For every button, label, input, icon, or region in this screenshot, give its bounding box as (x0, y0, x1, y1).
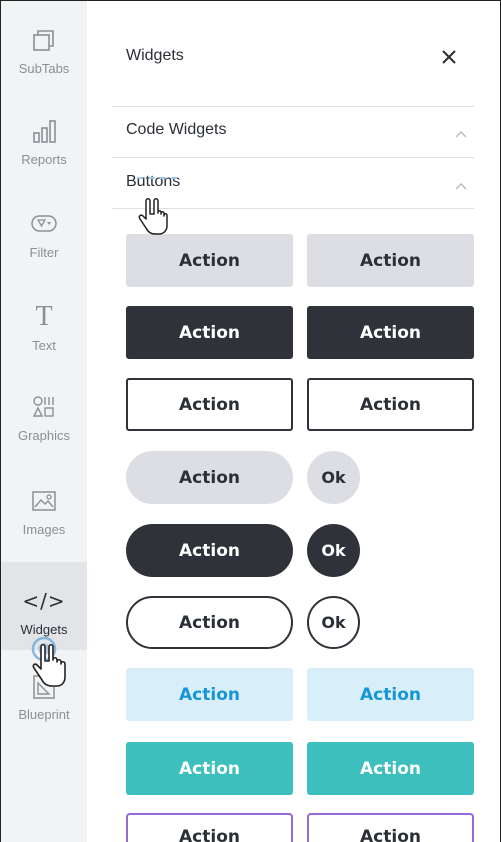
sidebar-item-filter[interactable]: Filter (1, 185, 87, 273)
section-code-widgets[interactable]: Code Widgets (126, 121, 227, 139)
filter-icon (30, 209, 58, 239)
chevron-up-icon[interactable] (454, 179, 468, 193)
action-button-outline[interactable]: Action (126, 378, 293, 431)
sidebar-item-graphics[interactable]: Graphics (1, 368, 87, 456)
action-button-pill-dark[interactable]: Action (126, 524, 293, 577)
action-button-light-blue[interactable]: Action (126, 668, 293, 721)
sidebar-item-label: Text (32, 338, 56, 353)
images-icon (31, 486, 57, 516)
close-icon (442, 50, 456, 64)
sidebar-item-label: Blueprint (18, 707, 70, 722)
section-buttons[interactable]: Buttons (126, 173, 180, 191)
sidebar-item-label: Reports (21, 152, 67, 167)
action-button-purple-outline[interactable]: Action (126, 813, 293, 842)
sidebar-item-label: SubTabs (18, 61, 70, 76)
sidebar-item-text[interactable]: T Text (1, 278, 87, 366)
action-button-dark[interactable]: Action (307, 306, 474, 359)
sidebar-item-label: Filter (29, 245, 59, 260)
pointer-cursor-icon (29, 636, 69, 696)
sidebar-item-reports[interactable]: Reports (1, 92, 87, 180)
action-button-dark[interactable]: Action (126, 306, 293, 359)
reports-icon (31, 116, 57, 146)
sidebar-item-label: Graphics (17, 428, 71, 443)
divider (112, 157, 474, 158)
graphics-icon (32, 392, 56, 422)
hand-cursor-icon (137, 197, 171, 244)
sidebar-item-label: Widgets (20, 622, 68, 637)
drag-indicator (137, 177, 177, 179)
sidebar: SubTabs Reports Filter T Text Graphics I… (1, 1, 87, 842)
action-button-teal[interactable]: Action (126, 742, 293, 795)
sidebar-item-subtabs[interactable]: SubTabs (1, 1, 87, 89)
action-button-light-blue[interactable]: Action (307, 668, 474, 721)
sidebar-item-label: Images (22, 522, 66, 537)
panel-title: Widgets (126, 47, 184, 64)
widgets-panel: Widgets Code Widgets Buttons Action Acti… (87, 1, 500, 842)
action-button-teal[interactable]: Action (307, 742, 474, 795)
divider (112, 106, 474, 107)
action-button-pill-grey[interactable]: Action (126, 451, 293, 504)
widgets-icon: </> (22, 589, 66, 613)
action-button-purple-outline[interactable]: Action (307, 813, 474, 842)
sidebar-item-images[interactable]: Images (1, 462, 87, 550)
ok-button-circle-grey[interactable]: Ok (307, 451, 360, 504)
subtabs-icon (31, 25, 57, 55)
text-icon: T (35, 301, 53, 332)
action-button-pill-outline[interactable]: Action (126, 596, 293, 649)
close-button[interactable] (437, 45, 461, 69)
chevron-up-icon[interactable] (454, 127, 468, 141)
ok-button-circle-dark[interactable]: Ok (307, 524, 360, 577)
ok-button-circle-outline[interactable]: Ok (307, 596, 360, 649)
action-button-grey[interactable]: Action (307, 234, 474, 287)
action-button-outline[interactable]: Action (307, 378, 474, 431)
